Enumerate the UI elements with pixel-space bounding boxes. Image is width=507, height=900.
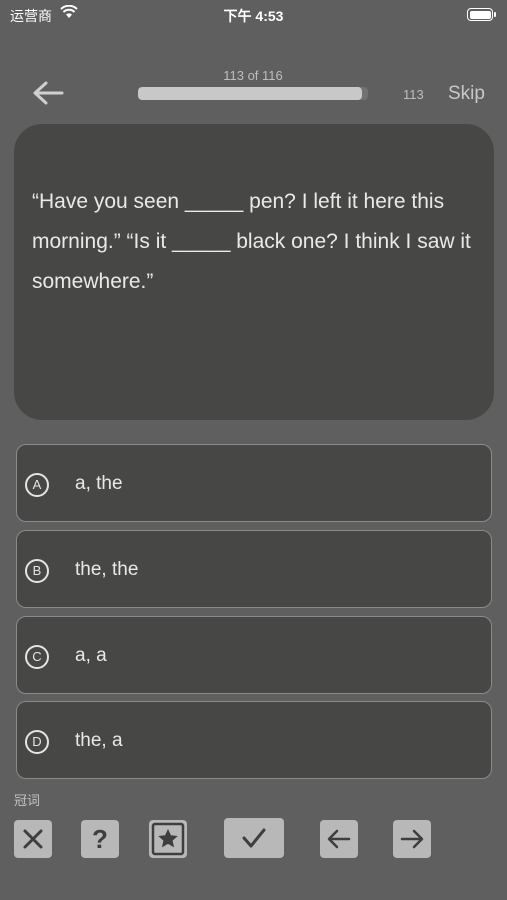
arrow-left-icon: [33, 81, 64, 105]
option-text-c: a, a: [75, 645, 107, 666]
next-button[interactable]: [393, 820, 431, 858]
option-letter-d: D: [25, 730, 49, 754]
checkmark-icon: [242, 828, 266, 848]
progress-bar: [138, 87, 368, 100]
option-a[interactable]: A a, the: [16, 444, 492, 522]
progress-label: 113 of 116: [223, 68, 283, 83]
hint-button[interactable]: ?: [81, 820, 119, 858]
option-b[interactable]: B the, the: [16, 530, 492, 608]
option-letter-b: B: [25, 559, 49, 583]
submit-button[interactable]: [224, 818, 284, 858]
option-c[interactable]: C a, a: [16, 616, 492, 694]
question-mark-icon: ?: [92, 824, 108, 854]
arrow-left-icon: [327, 829, 351, 849]
close-icon: [23, 829, 43, 849]
option-text-a: a, the: [75, 473, 123, 494]
option-letter-c: C: [25, 645, 49, 669]
question-card: “Have you seen _____ pen? I left it here…: [14, 124, 494, 420]
category-label: 冠词: [14, 793, 41, 808]
progress-count: 113: [403, 87, 424, 102]
option-letter-a: A: [25, 473, 49, 497]
status-bar: 运营商 下午 4:53: [0, 0, 507, 30]
option-text-b: the, the: [75, 559, 139, 580]
arrow-right-icon: [400, 829, 424, 849]
status-time: 下午 4:53: [223, 8, 284, 24]
skip-button[interactable]: Skip: [448, 83, 485, 105]
option-text-d: the, a: [75, 730, 123, 751]
back-button[interactable]: [28, 78, 68, 108]
svg-text:?: ?: [92, 824, 108, 854]
battery-icon: [467, 8, 496, 21]
remove-button[interactable]: [14, 820, 52, 858]
quiz-header: 113 of 116 113 Skip: [0, 60, 507, 120]
progress-bar-fill: [138, 87, 363, 100]
favorite-button[interactable]: [149, 820, 187, 858]
star-icon: [151, 822, 185, 856]
question-text: “Have you seen _____ pen? I left it here…: [32, 190, 471, 293]
previous-button[interactable]: [320, 820, 358, 858]
option-d[interactable]: D the, a: [16, 701, 492, 779]
